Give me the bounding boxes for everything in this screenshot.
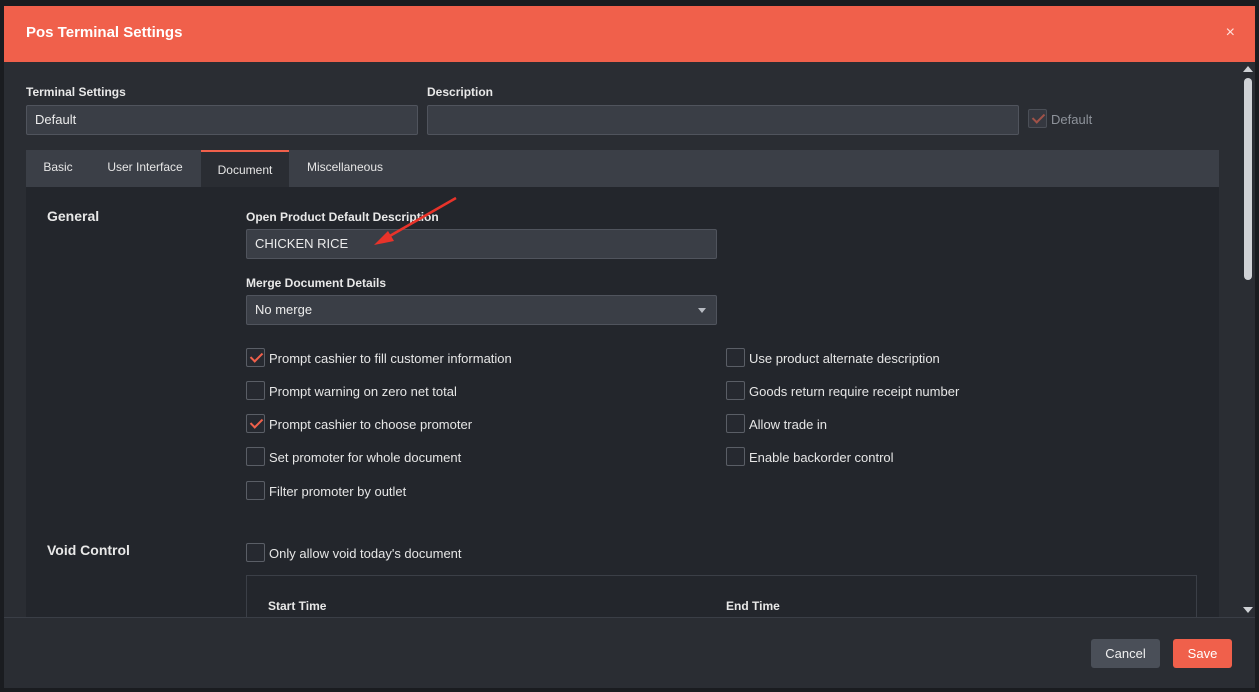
alternate-description-label: Use product alternate description [749, 351, 940, 366]
scroll-up-icon[interactable] [1243, 66, 1253, 72]
dialog-body: Terminal Settings Default Description De… [4, 62, 1255, 617]
prompt-zero-net-total-checkbox[interactable] [246, 381, 265, 400]
goods-return-receipt-checkbox[interactable] [726, 381, 745, 400]
end-time-label: End Time [726, 599, 780, 613]
settings-tabs: Basic User Interface Document Miscellane… [26, 150, 1219, 187]
goods-return-receipt-label: Goods return require receipt number [749, 384, 960, 399]
tab-basic[interactable]: Basic [26, 150, 90, 187]
tab-user-interface[interactable]: User Interface [90, 150, 200, 187]
only-void-today-checkbox[interactable] [246, 543, 265, 562]
default-checkbox[interactable] [1028, 109, 1047, 128]
allow-trade-in-label: Allow trade in [749, 417, 828, 432]
alternate-description-checkbox[interactable] [726, 348, 745, 367]
prompt-zero-net-total-label: Prompt warning on zero net total [269, 384, 457, 399]
dialog-header: Pos Terminal Settings × [4, 6, 1255, 62]
tab-miscellaneous[interactable]: Miscellaneous [290, 150, 400, 187]
document-tab-panel: General Open Product Default Description… [26, 187, 1219, 617]
prompt-choose-promoter-checkbox[interactable] [246, 414, 265, 433]
scroll-down-icon[interactable] [1243, 607, 1253, 613]
save-button[interactable]: Save [1173, 639, 1232, 668]
terminal-settings-field[interactable]: Default [26, 105, 418, 135]
pos-terminal-settings-dialog: Pos Terminal Settings × Terminal Setting… [4, 6, 1255, 688]
backorder-control-label: Enable backorder control [749, 450, 894, 465]
prompt-choose-promoter-label: Prompt cashier to choose promoter [269, 417, 473, 432]
scroll-thumb[interactable] [1244, 78, 1252, 280]
close-icon[interactable]: × [1226, 24, 1235, 42]
start-time-label: Start Time [268, 599, 327, 613]
cancel-button[interactable]: Cancel [1091, 639, 1160, 668]
dialog-footer: Cancel Save [4, 617, 1255, 688]
tab-document[interactable]: Document [201, 150, 289, 187]
filter-promoter-outlet-label: Filter promoter by outlet [269, 484, 407, 499]
promoter-whole-document-label: Set promoter for whole document [269, 450, 462, 465]
description-field[interactable] [427, 105, 1019, 135]
description-label: Description [427, 85, 494, 99]
allow-trade-in-checkbox[interactable] [726, 414, 745, 433]
void-time-range: Start Time End Time [246, 575, 1197, 617]
filter-promoter-outlet-checkbox[interactable] [246, 481, 265, 500]
terminal-settings-label: Terminal Settings [26, 85, 126, 99]
annotation-arrow [374, 196, 457, 245]
vertical-scrollbar[interactable] [1241, 62, 1255, 617]
only-void-today-label: Only allow void today's document [269, 546, 462, 561]
prompt-customer-info-label: Prompt cashier to fill customer informat… [269, 351, 512, 366]
void-control-section-title: Void Control [47, 542, 130, 558]
backorder-control-checkbox[interactable] [726, 447, 745, 466]
promoter-whole-document-checkbox[interactable] [246, 447, 265, 466]
dialog-title: Pos Terminal Settings [26, 24, 183, 41]
prompt-customer-info-checkbox[interactable] [246, 348, 265, 367]
default-checkbox-label: Default [1051, 112, 1093, 127]
